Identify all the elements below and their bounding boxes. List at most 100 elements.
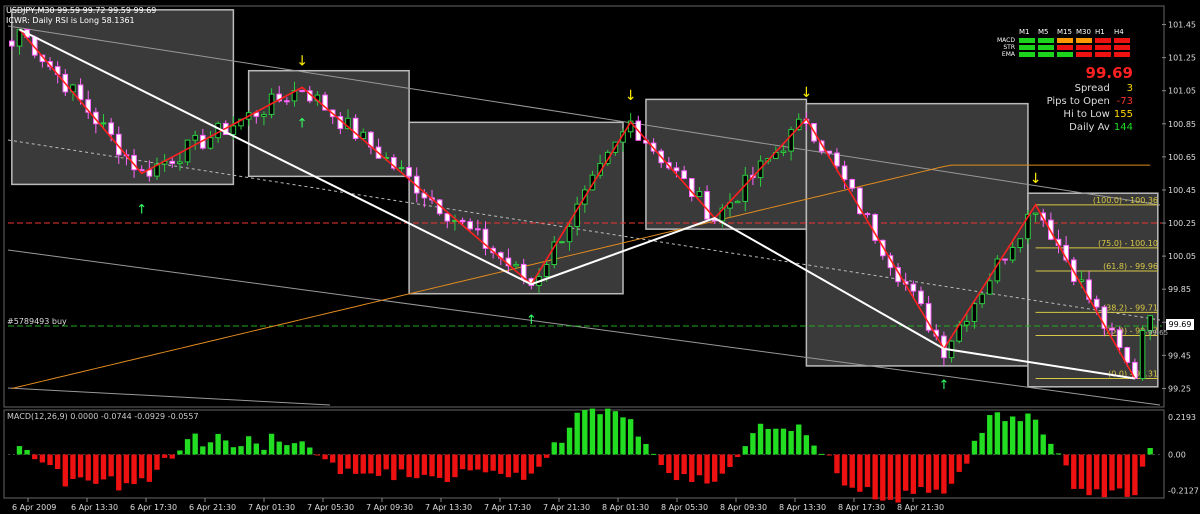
macd-bar: [635, 436, 641, 455]
signal-row-label: EMA: [1001, 51, 1015, 58]
macd-bar: [123, 454, 130, 484]
macd-bar: [811, 445, 817, 455]
macd-bar: [1063, 454, 1069, 466]
macd-bar: [299, 441, 305, 455]
macd-bar: [566, 427, 573, 455]
macd-bar: [742, 446, 748, 455]
stat-label: Pips to Open: [1046, 96, 1113, 107]
candle-body: [299, 90, 305, 93]
current-price-value: 99.69: [1168, 320, 1192, 329]
macd-bar: [108, 454, 114, 477]
macd-bar: [368, 454, 374, 474]
buy-arrow-icon: ↑: [526, 313, 537, 328]
macd-bar: [681, 454, 687, 475]
macd-bar: [207, 442, 214, 455]
macd-bar: [452, 454, 458, 478]
macd-bar: [444, 454, 450, 482]
candle-body: [1002, 258, 1008, 261]
candle-body: [834, 152, 840, 167]
candle-body: [100, 122, 107, 125]
y-tick-label: 99.25: [1168, 384, 1191, 393]
x-tick-label: 7 Apr 13:30: [425, 503, 472, 512]
buy-arrow-icon: ↑: [938, 378, 949, 393]
macd-bar: [1071, 454, 1077, 489]
macd-bar: [360, 454, 366, 474]
macd-bar: [910, 454, 917, 494]
macd-bar: [818, 453, 825, 455]
macd-bar: [24, 450, 30, 455]
candle-body: [1009, 246, 1016, 261]
macd-bar: [238, 446, 244, 455]
y-tick-label: 101.25: [1168, 54, 1196, 63]
signal-cell: [1095, 38, 1111, 43]
signal-cell: [1057, 38, 1073, 43]
macd-bar: [734, 454, 741, 458]
macd-bar: [903, 454, 909, 491]
sell-arrow-icon: ↓: [296, 53, 308, 69]
macd-histogram: 0.2193 0.00 -0.2127: [8, 408, 1199, 503]
candle-body: [1017, 238, 1024, 248]
macd-header: MACD(12,26,9) 0.0000 -0.0744 -0.0929 -0.…: [7, 412, 199, 421]
candle-body: [1109, 327, 1115, 331]
candle-body: [849, 179, 856, 189]
x-tick-label: 7 Apr 01:30: [248, 503, 295, 512]
candle-body: [215, 122, 221, 139]
macd-bar: [788, 431, 794, 455]
x-tick-label: 8 Apr 13:30: [779, 503, 826, 512]
y-tick-label: 100.85: [1168, 120, 1196, 129]
macd-bar: [475, 454, 481, 470]
candle-body: [543, 264, 550, 277]
candle-body: [459, 219, 466, 223]
signal-cell: [1038, 52, 1054, 57]
macd-bar: [765, 428, 771, 455]
macd-bar: [391, 454, 397, 481]
macd-bar: [1048, 443, 1054, 455]
macd-bar: [253, 443, 259, 455]
macd-bar: [948, 454, 955, 484]
macd-bar: [689, 454, 695, 482]
macd-bar: [627, 419, 634, 455]
dashboard-stat-row: Pips to Open -73: [983, 95, 1133, 108]
timeframe-label: M30: [1076, 28, 1091, 36]
macd-bar: [597, 414, 603, 455]
candle-body: [177, 161, 183, 164]
macd-bar: [322, 454, 328, 460]
macd-bar: [834, 454, 840, 474]
trade-label[interactable]: #5789493 buy: [7, 317, 67, 326]
macd-bar: [505, 454, 512, 478]
current-price-badge: 99.69: [1166, 319, 1194, 330]
x-tick-label: 6 Apr 21:30: [189, 503, 236, 512]
macd-bar: [16, 446, 23, 455]
macd-bar: [612, 411, 619, 455]
macd-bar: [1025, 413, 1031, 455]
candle-body: [986, 280, 993, 295]
macd-bar: [979, 432, 985, 455]
signal-cell: [1114, 38, 1130, 43]
macd-bar: [245, 436, 252, 455]
macd-bar: [161, 454, 168, 458]
x-tick-label: 7 Apr 21:30: [543, 503, 590, 512]
macd-bar: [887, 454, 894, 500]
candle-body: [673, 167, 680, 172]
candle-body: [681, 170, 687, 179]
candle-body: [192, 134, 198, 141]
signal-cell: [1076, 52, 1092, 57]
macd-bar: [757, 423, 764, 455]
macd-bar: [139, 454, 145, 479]
macd-bar: [864, 454, 871, 487]
macd-bar: [1002, 421, 1008, 455]
indicator-line: ICWR: Daily RSI is Long 58.1361: [6, 16, 135, 25]
macd-bar: [589, 408, 596, 455]
candle-body: [964, 320, 970, 326]
fib-label: (75.0) - 100.10: [1098, 239, 1158, 248]
x-tick-label: 8 Apr 09:30: [720, 503, 767, 512]
signal-cell: [1114, 52, 1130, 57]
macd-bar: [1139, 454, 1146, 467]
macd-bar: [314, 454, 321, 456]
signal-cell: [1019, 52, 1035, 57]
fib-label: (100.0) - 100.36: [1093, 196, 1158, 205]
candle-body: [826, 150, 833, 154]
x-tick-label: 7 Apr 09:30: [366, 503, 413, 512]
candle-body: [918, 290, 924, 305]
macd-bar: [1078, 454, 1085, 489]
